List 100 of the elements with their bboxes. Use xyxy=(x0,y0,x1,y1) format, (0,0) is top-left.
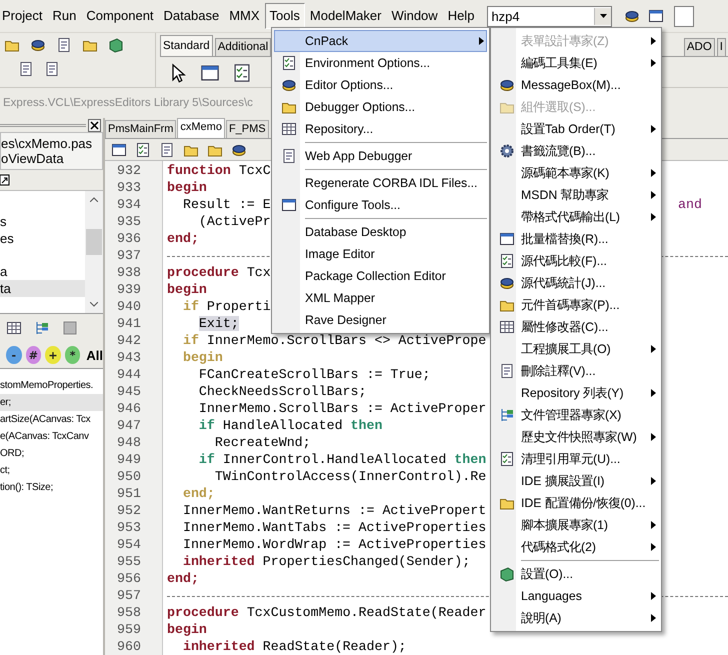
scrollbar-thumb[interactable] xyxy=(86,229,102,255)
code-line: InnerMemo.WordWrap := ActiveProperties xyxy=(182,536,486,553)
menu-item[interactable]: Database Desktop xyxy=(274,221,487,243)
menu-item[interactable]: Repository 列表(Y) xyxy=(493,382,659,404)
menu-item[interactable]: 設置(O)... xyxy=(493,563,659,585)
editor-tab[interactable]: PmsMainFrm xyxy=(105,120,176,138)
popout-icon[interactable] xyxy=(0,174,10,186)
scrollbar[interactable] xyxy=(85,191,103,313)
menu-item[interactable]: Environment Options... xyxy=(274,52,487,74)
document-icon[interactable] xyxy=(56,37,72,53)
menu-item[interactable]: Rave Designer xyxy=(274,309,487,331)
editor-tab[interactable]: cxMemo xyxy=(177,118,225,138)
menu-item[interactable]: 歷史文件快照專家(W) xyxy=(493,426,659,448)
menu-item[interactable]: CnPack xyxy=(274,30,487,52)
menu-item[interactable]: Tools xyxy=(264,3,305,29)
menu-item[interactable]: Languages xyxy=(493,585,659,607)
tree-item[interactable]: ta xyxy=(0,280,85,297)
menu-item[interactable]: 源代碼統計(J)... xyxy=(493,272,659,294)
palette-tab[interactable]: I xyxy=(716,38,726,56)
code-line: procedure Tcx xyxy=(167,264,271,281)
menu-item[interactable]: Project xyxy=(0,3,48,29)
menu-item[interactable]: Editor Options... xyxy=(274,74,487,96)
tree-item[interactable]: es xyxy=(0,230,85,247)
member-item[interactable]: ORD; xyxy=(0,445,103,462)
menu-item[interactable]: ModelMaker xyxy=(304,3,386,29)
menu-item[interactable]: 元件首碼專家(P)... xyxy=(493,294,659,316)
menu-item[interactable]: 批量檔替換(R)... xyxy=(493,228,659,250)
menu-item[interactable]: Window xyxy=(386,3,443,29)
member-item[interactable]: ct; xyxy=(0,462,103,479)
document-icon[interactable] xyxy=(159,142,175,158)
menu-item[interactable]: 源碼範本專家(K) xyxy=(493,162,659,184)
menu-item[interactable]: 編碼工具集(E) xyxy=(493,52,659,74)
menu-item[interactable]: 書籤流覽(B)... xyxy=(493,140,659,162)
menu-item[interactable]: MSDN 幫助專家 xyxy=(493,184,659,206)
filter-button[interactable]: + xyxy=(45,346,61,364)
stack-icon xyxy=(281,77,297,93)
menu-item[interactable]: Component xyxy=(81,3,159,29)
window-icon[interactable] xyxy=(111,142,127,158)
menu-item[interactable]: 代碼格式化(2) xyxy=(493,536,659,558)
menu-item[interactable]: Configure Tools... xyxy=(274,194,487,216)
member-item[interactable]: artSize(ACanvas: Tcx xyxy=(0,411,103,428)
checklist-icon[interactable] xyxy=(135,142,151,158)
code-line: end; xyxy=(167,570,199,587)
filter-button[interactable]: # xyxy=(26,346,42,364)
line-number: 937 xyxy=(116,247,141,264)
checklist-icon[interactable] xyxy=(232,63,252,83)
menu-item[interactable]: 文件管理器專家(X) xyxy=(493,404,659,426)
menu-item[interactable]: Regenerate CORBA IDL Files... xyxy=(274,172,487,194)
menu-item[interactable]: Database xyxy=(158,3,224,29)
menu-item[interactable]: Web App Debugger xyxy=(274,145,487,167)
menu-item[interactable]: Image Editor xyxy=(274,243,487,265)
grid-icon xyxy=(498,319,514,335)
square-icon[interactable] xyxy=(62,320,78,336)
menu-item[interactable]: 設置Tab Order(T) xyxy=(493,118,659,140)
filter-button[interactable]: - xyxy=(6,346,22,364)
submenu-arrow-icon xyxy=(650,345,656,353)
stack-icon[interactable] xyxy=(30,37,46,53)
tree-item[interactable]: a xyxy=(0,263,85,280)
tree-icon[interactable] xyxy=(34,320,50,336)
menu-item[interactable]: Run xyxy=(47,3,82,29)
menu-item[interactable]: 帶格式代碼輸出(L) xyxy=(493,206,659,228)
menu-item[interactable]: 源代碼比較(F)... xyxy=(493,250,659,272)
desktop-combo[interactable]: hzp4 xyxy=(487,6,612,26)
filter-button[interactable]: * xyxy=(64,346,80,364)
menu-item[interactable]: 腳本擴展專家(1) xyxy=(493,514,659,536)
menu-item[interactable]: XML Mapper xyxy=(274,287,487,309)
palette-tab[interactable]: Standard xyxy=(160,35,213,56)
menu-item[interactable]: 清理引用單元(U)... xyxy=(493,448,659,470)
menu-item[interactable]: Help xyxy=(442,3,480,29)
tree-item[interactable]: s xyxy=(0,213,85,230)
input-field[interactable] xyxy=(674,6,694,26)
menu-item[interactable]: IDE 配置備份/恢復(0)... xyxy=(493,492,659,514)
menu-item[interactable]: 工程擴展工具(O) xyxy=(493,338,659,360)
menu-item[interactable]: IDE 擴展設置(I) xyxy=(493,470,659,492)
menu-item[interactable]: 刪除註釋(V)... xyxy=(493,360,659,382)
stack-icon[interactable] xyxy=(624,8,640,24)
member-item[interactable]: stomMemoProperties. xyxy=(0,377,103,394)
scroll-up-icon[interactable] xyxy=(90,197,98,202)
menu-item[interactable]: 屬性修改器(C)... xyxy=(493,316,659,338)
menu-item[interactable]: MessageBox(M)... xyxy=(493,74,659,96)
grid-icon[interactable] xyxy=(6,320,22,336)
window-icon[interactable] xyxy=(200,63,220,83)
close-icon[interactable] xyxy=(88,118,101,132)
menu-item[interactable]: 說明(A) xyxy=(493,607,659,629)
member-item[interactable]: er; xyxy=(0,394,103,411)
document-icon[interactable] xyxy=(44,61,60,77)
menu-item[interactable]: Debugger Options... xyxy=(274,96,487,118)
menu-item[interactable]: MMX xyxy=(224,3,265,29)
scroll-down-icon[interactable] xyxy=(90,302,98,307)
palette-tab[interactable]: ADO xyxy=(684,38,715,56)
line-number: 959 xyxy=(116,621,141,638)
menu-item[interactable]: Package Collection Editor xyxy=(274,265,487,287)
palette-tab[interactable]: Additional xyxy=(214,38,272,56)
document-icon[interactable] xyxy=(18,61,34,77)
menu-item[interactable]: Repository... xyxy=(274,118,487,140)
window-icon[interactable] xyxy=(648,8,664,24)
editor-tab[interactable]: F_PMS xyxy=(226,120,269,138)
member-item[interactable]: e(ACanvas: TcxCanv xyxy=(0,428,103,445)
filter-all-button[interactable]: All xyxy=(86,348,103,362)
member-item[interactable]: tion(): TSize; xyxy=(0,479,103,496)
